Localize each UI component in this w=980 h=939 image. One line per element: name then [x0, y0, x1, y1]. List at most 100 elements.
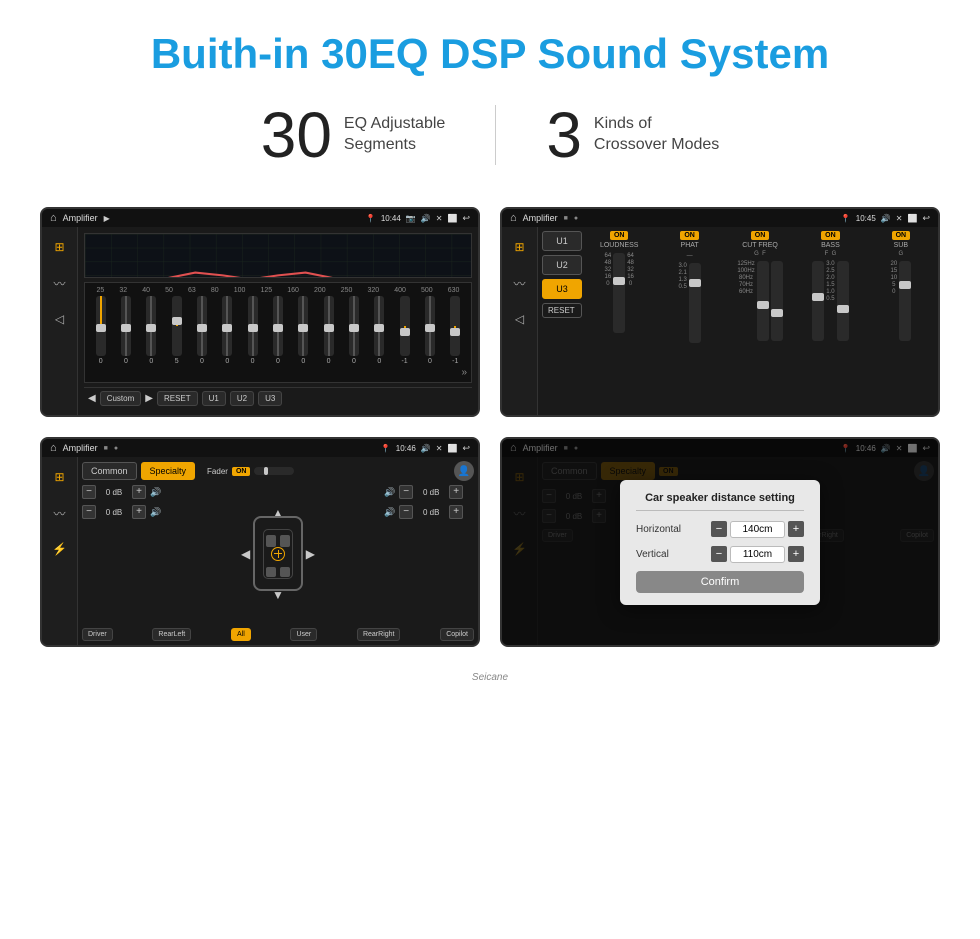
u2-preset[interactable]: U2	[542, 255, 582, 275]
wave-icon-3[interactable]: 〰	[48, 501, 72, 525]
camera-icon[interactable]: 📷	[406, 214, 416, 223]
eq-slider-3[interactable]: 5	[172, 296, 182, 365]
eq-slider-2[interactable]: 0	[146, 296, 156, 365]
left-arrow[interactable]: ◀	[241, 547, 250, 561]
window-icon-2[interactable]: ⬜	[907, 214, 917, 223]
eq-slider-10[interactable]: 0	[349, 296, 359, 365]
home-icon-2[interactable]: ⌂	[510, 212, 517, 224]
back-icon-3[interactable]: ↩	[462, 443, 470, 454]
car-interior	[263, 529, 293, 579]
profile-icon[interactable]: 👤	[454, 461, 474, 481]
volume-icon-2[interactable]: 🔊	[881, 214, 891, 223]
user-btn[interactable]: User	[290, 628, 317, 641]
back-icon[interactable]: ↩	[462, 213, 470, 224]
stat-eq-number: 30	[261, 103, 332, 167]
expand-icon[interactable]: »	[461, 367, 467, 378]
rr-minus[interactable]: −	[399, 505, 413, 519]
custom-btn[interactable]: Custom	[100, 391, 142, 406]
common-tab[interactable]: Common	[82, 462, 137, 480]
window-icon[interactable]: ⬜	[447, 214, 457, 223]
eq-icon-3[interactable]: ⊞	[48, 465, 72, 489]
eq-icon-2[interactable]: ⊞	[508, 235, 532, 259]
eq-icon[interactable]: ⊞	[48, 235, 72, 259]
eq-slider-11[interactable]: 0	[374, 296, 384, 365]
volume-icon-3[interactable]: 🔊	[421, 444, 431, 453]
home-icon[interactable]: ⌂	[50, 212, 57, 224]
crossover-channels: ON LOUDNESS 644832160	[586, 231, 934, 411]
window-icon-3[interactable]: ⬜	[447, 444, 457, 453]
speaker-icon-2[interactable]: ◁	[508, 307, 532, 331]
play-icon[interactable]: ▶	[104, 214, 110, 223]
bluetooth-icon[interactable]: ⚡	[48, 537, 72, 561]
driver-btn[interactable]: Driver	[82, 628, 113, 641]
next-btn[interactable]: ▶	[145, 393, 153, 404]
crosshair[interactable]	[271, 547, 285, 561]
reset-btn-2[interactable]: RESET	[542, 303, 582, 318]
prev-btn[interactable]: ◀	[88, 393, 96, 404]
volume-icon[interactable]: 🔊	[421, 214, 431, 223]
bass-slider2[interactable]	[837, 261, 849, 341]
x-icon-2[interactable]: ✕	[896, 214, 903, 223]
fl-row: − 0 dB + 🔊	[82, 485, 172, 499]
wave-icon-2[interactable]: 〰	[508, 271, 532, 295]
cutfreq-slider2[interactable]	[771, 261, 783, 341]
reset-btn[interactable]: RESET	[157, 391, 198, 406]
fl-minus[interactable]: −	[82, 485, 96, 499]
u2-btn[interactable]: U2	[230, 391, 254, 406]
horizontal-minus[interactable]: −	[711, 521, 727, 537]
rear-right-btn[interactable]: RearRight	[357, 628, 401, 641]
rr-plus[interactable]: +	[449, 505, 463, 519]
eq-slider-12[interactable]: -1	[400, 296, 410, 365]
eq-slider-6[interactable]: 0	[248, 296, 258, 365]
eq-slider-0[interactable]: 0	[96, 296, 106, 365]
eq-slider-4[interactable]: 0	[197, 296, 207, 365]
fr-plus[interactable]: +	[449, 485, 463, 499]
vertical-minus[interactable]: −	[711, 546, 727, 562]
eq-slider-8[interactable]: 0	[298, 296, 308, 365]
stat-crossover-modes: 3 Kinds ofCrossover Modes	[496, 103, 769, 167]
rr-speaker-icon: 🔊	[384, 507, 395, 518]
cutfreq-slider[interactable]	[757, 261, 769, 341]
copilot-btn[interactable]: Copilot	[440, 628, 474, 641]
sub-slider[interactable]	[899, 261, 911, 341]
vertical-plus[interactable]: +	[788, 546, 804, 562]
eq-slider-13[interactable]: 0	[425, 296, 435, 365]
rear-left-btn[interactable]: RearLeft	[152, 628, 191, 641]
all-btn[interactable]: All	[231, 628, 251, 641]
specialty-tab[interactable]: Specialty	[141, 462, 196, 480]
home-icon-3[interactable]: ⌂	[50, 442, 57, 454]
back-icon-2[interactable]: ↩	[922, 213, 930, 224]
eq-slider-7[interactable]: 0	[273, 296, 283, 365]
u3-preset[interactable]: U3	[542, 279, 582, 299]
u1-btn[interactable]: U1	[202, 391, 226, 406]
rl-minus[interactable]: −	[82, 505, 96, 519]
fader-track[interactable]	[254, 467, 294, 475]
u3-btn[interactable]: U3	[258, 391, 282, 406]
page-header: Buith-in 30EQ DSP Sound System	[0, 0, 980, 93]
eq-graph	[84, 233, 472, 278]
wave-icon[interactable]: 〰	[48, 271, 72, 295]
eq-slider-5[interactable]: 0	[222, 296, 232, 365]
down-arrow[interactable]: ▼	[272, 588, 284, 602]
horizontal-input[interactable]: 140cm	[730, 521, 785, 538]
u1-preset[interactable]: U1	[542, 231, 582, 251]
loudness-slider[interactable]	[613, 253, 625, 333]
vertical-input[interactable]: 110cm	[730, 546, 785, 563]
speaker-icon[interactable]: ◁	[48, 307, 72, 331]
x-icon[interactable]: ✕	[436, 214, 443, 223]
fl-plus[interactable]: +	[132, 485, 146, 499]
location-icon-2: 📍	[841, 214, 851, 223]
bass-slider[interactable]	[812, 261, 824, 341]
fr-minus[interactable]: −	[399, 485, 413, 499]
x-icon-3[interactable]: ✕	[436, 444, 443, 453]
confirm-button[interactable]: Confirm	[636, 571, 804, 593]
eq-slider-14[interactable]: -1	[450, 296, 460, 365]
phat-slider[interactable]	[689, 263, 701, 343]
horizontal-plus[interactable]: +	[788, 521, 804, 537]
car-body	[253, 516, 303, 591]
fader-on-toggle[interactable]: ON	[232, 467, 251, 476]
eq-slider-1[interactable]: 0	[121, 296, 131, 365]
right-arrow[interactable]: ▶	[306, 547, 315, 561]
eq-slider-9[interactable]: 0	[324, 296, 334, 365]
rl-plus[interactable]: +	[132, 505, 146, 519]
